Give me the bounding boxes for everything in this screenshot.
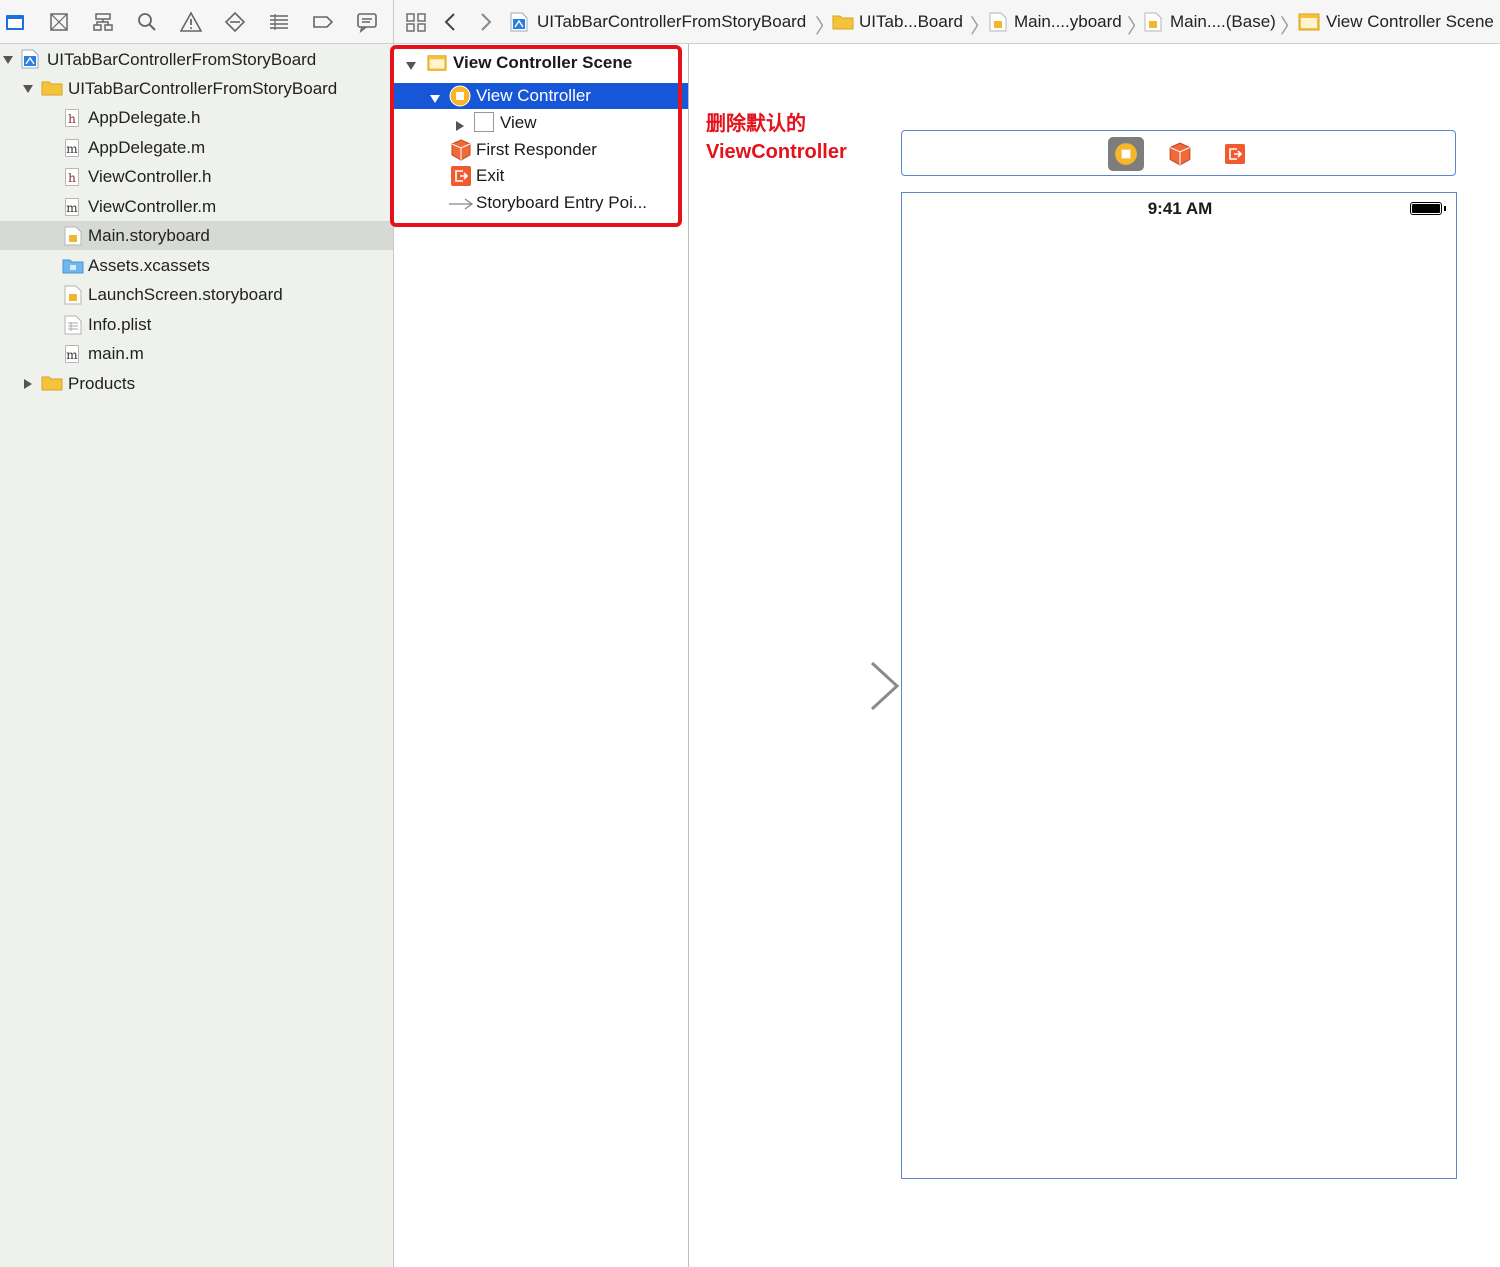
folder-icon (41, 80, 63, 100)
tree-item-label: LaunchScreen.storyboard (88, 284, 283, 304)
tree-item-label: ViewController.h (88, 166, 212, 186)
search-icon[interactable] (134, 9, 160, 35)
test-icon[interactable] (222, 9, 248, 35)
tree-row-file[interactable]: m ViewController.m (0, 192, 393, 221)
disclosure-expanded-icon[interactable] (1, 53, 15, 67)
project-icon (21, 49, 39, 69)
tree-row-file[interactable]: Assets.xcassets (0, 251, 393, 280)
tree-item-label: Products (68, 373, 136, 393)
warning-icon[interactable] (178, 9, 204, 35)
tree-item-label: main.m (88, 343, 144, 363)
exit-icon[interactable] (1224, 143, 1246, 170)
chevron-right-icon: 〉 (970, 16, 990, 38)
tree-row-file[interactable]: m AppDelegate.m (0, 133, 393, 162)
folder-icon[interactable] (2, 9, 28, 35)
navigator-toolbar (0, 0, 393, 44)
annotation-text: 删除默认的 ViewController (706, 110, 847, 166)
breadcrumb-item[interactable]: Main....yboard (1014, 12, 1122, 32)
storyboard-file-icon (1144, 12, 1162, 37)
breadcrumb-item[interactable]: Main....(Base) (1170, 12, 1276, 32)
disclosure-expanded-icon[interactable] (21, 82, 35, 96)
source-file-icon: m (65, 345, 83, 365)
breadcrumb-item-current[interactable]: View Controller Scene (1326, 12, 1494, 32)
battery-icon (1410, 202, 1442, 215)
project-navigator: UITabBarControllerFromStoryBoard UITabBa… (0, 0, 394, 1267)
document-outline: View Controller Scene View Controller Vi… (394, 44, 689, 1267)
source-file-icon: m (65, 139, 83, 159)
view-controller-icon (1115, 143, 1137, 165)
chevron-right-icon: 〉 (1280, 16, 1300, 38)
folder-icon (832, 14, 854, 35)
tree-row-group[interactable]: Products (0, 369, 393, 398)
report-icon[interactable] (354, 9, 380, 35)
tree-item-label: ViewController.m (88, 196, 217, 216)
hierarchy-icon[interactable] (90, 9, 116, 35)
highlight-box (390, 45, 682, 227)
breadcrumb-item[interactable]: UITab...Board (859, 12, 963, 32)
project-icon (510, 12, 528, 37)
tree-item-label: AppDelegate.h (88, 107, 201, 127)
storyboard-file-icon (64, 285, 82, 305)
tree-item-label: AppDelegate.m (88, 137, 206, 157)
tree-row-file[interactable]: LaunchScreen.storyboard (0, 280, 393, 309)
disclosure-collapsed-icon[interactable] (21, 377, 35, 391)
breadcrumb-item[interactable]: UITabBarControllerFromStoryBoard (537, 12, 806, 32)
folder-icon (41, 375, 63, 395)
debug-icon[interactable] (266, 9, 292, 35)
status-bar-time: 9:41 AM (1147, 199, 1213, 218)
annotation-line-1: 删除默认的 (706, 113, 806, 135)
back-chevron-icon[interactable] (438, 9, 464, 35)
tree-row-file[interactable]: m main.m (0, 339, 393, 368)
assets-folder-icon (62, 258, 84, 278)
header-file-icon: h (65, 168, 83, 188)
battery-tip (1444, 206, 1446, 211)
annotation-line-2: ViewController (706, 141, 847, 163)
source-control-icon[interactable] (46, 9, 72, 35)
tree-item-label: Info.plist (88, 314, 152, 334)
storyboard-file-icon (64, 226, 82, 246)
jump-bar: UITabBarControllerFromStoryBoard 〉 UITab… (394, 0, 1500, 44)
source-file-icon: m (65, 198, 83, 218)
first-responder-cube-icon[interactable] (1168, 142, 1192, 171)
device-frame[interactable]: 9:41 AM (901, 192, 1457, 1179)
plist-file-icon (64, 315, 82, 335)
tree-row-group[interactable]: UITabBarControllerFromStoryBoard (0, 74, 393, 103)
view-controller-dock-button[interactable] (1108, 137, 1144, 171)
header-file-icon: h (65, 109, 83, 129)
forward-chevron-icon[interactable] (472, 9, 498, 35)
entry-point-arrow[interactable] (752, 660, 902, 714)
tree-row-file[interactable]: h ViewController.h (0, 162, 393, 191)
tree-row-file[interactable]: Info.plist (0, 310, 393, 339)
tree-row-project[interactable]: UITabBarControllerFromStoryBoard (0, 45, 393, 74)
storyboard-file-icon (989, 12, 1007, 37)
tree-item-label: UITabBarControllerFromStoryBoard (68, 78, 338, 98)
scene-icon (1298, 12, 1320, 37)
tree-row-file-selected[interactable]: Main.storyboard (0, 221, 393, 250)
related-items-icon[interactable] (403, 9, 429, 35)
breakpoint-icon[interactable] (310, 9, 336, 35)
tree-item-label: Main.storyboard (88, 225, 210, 245)
tree-row-file[interactable]: h AppDelegate.h (0, 103, 393, 132)
tree-item-label: Assets.xcassets (88, 255, 210, 275)
scene-dock (901, 130, 1456, 176)
tree-item-label: UITabBarControllerFromStoryBoard (47, 49, 317, 69)
